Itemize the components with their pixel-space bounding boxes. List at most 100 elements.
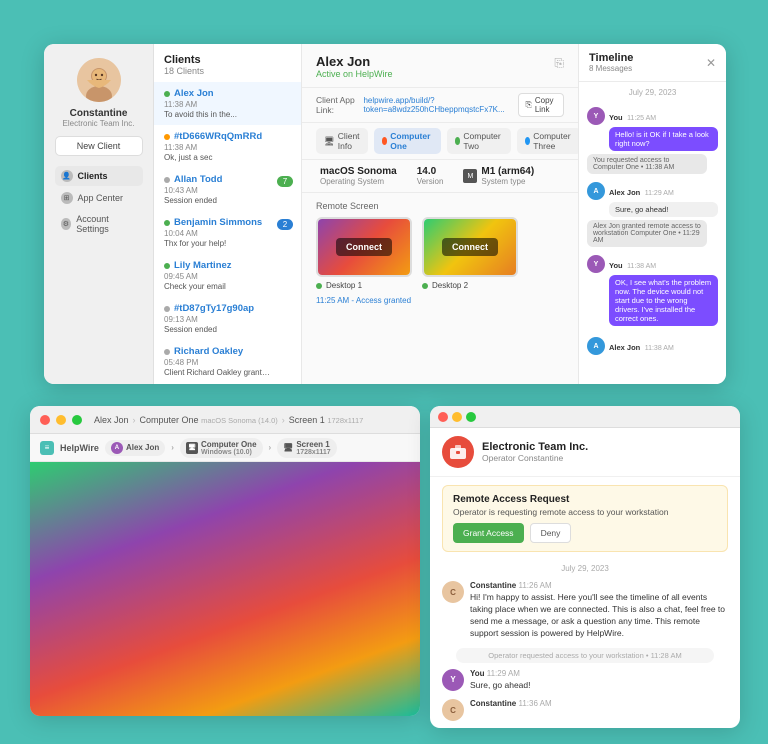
- msg-sender-alex2: Alex Jon: [609, 343, 640, 352]
- constantine-avatar: C: [442, 581, 464, 603]
- bottom-left-panel: Alex Jon › Computer One macOS Sonoma (14…: [30, 406, 420, 716]
- list-item[interactable]: Alex Campbell 05:33 PM System driver mis…: [154, 383, 301, 384]
- screen-thumb-1[interactable]: Connect Desktop 1: [316, 217, 412, 290]
- screen-chip-icon: 🖥: [283, 443, 293, 452]
- msg-body-1: Constantine 11:26 AM Hi! I'm happy to as…: [470, 581, 728, 640]
- list-item[interactable]: Alex Jon 11:38 AM To avoid this in the..…: [154, 82, 301, 125]
- chrome-minimize-dot[interactable]: [56, 415, 66, 425]
- msg-meta-1: Constantine 11:26 AM: [470, 581, 728, 590]
- timeline-msg-content-2: Alex Jon 11:29 AM Sure, go ahead!: [609, 182, 718, 217]
- date-separator: July 29, 2023: [430, 560, 740, 577]
- msg-text-1: Hi! I'm happy to assist. Here you'll see…: [470, 592, 728, 640]
- list-item[interactable]: Richard Oakley 05:48 PM Client Richard O…: [154, 340, 301, 383]
- client-name: Alex Jon: [164, 88, 291, 99]
- client-time: 11:38 AM: [164, 100, 291, 109]
- deny-button[interactable]: Deny: [530, 523, 572, 543]
- client-name: Lily Martinez: [164, 260, 291, 271]
- breadcrumb-computer: Computer One macOS Sonoma (14.0): [140, 415, 278, 425]
- timeline-msg-alex: A Alex Jon 11:29 AM Sure, go ahead!: [587, 182, 718, 217]
- company-info: Electronic Team Inc. Operator Constantin…: [482, 441, 588, 463]
- status-dot: [164, 220, 170, 226]
- copy-link-button[interactable]: ⎘ Copy Link: [518, 93, 564, 117]
- helpwire-logo: ≡: [40, 441, 54, 455]
- chrome-maximize-dot[interactable]: [72, 415, 82, 425]
- sidebar-item-account-settings[interactable]: ⚙ Account Settings: [55, 210, 143, 238]
- screen-thumb-2[interactable]: Connect Desktop 2: [422, 217, 518, 290]
- msg-sender-2: You: [470, 669, 485, 678]
- screen-dot-1: [316, 283, 322, 289]
- chrome-close-dot[interactable]: [40, 415, 50, 425]
- tab-client-info[interactable]: 🖥 Client Info: [316, 128, 368, 154]
- list-item[interactable]: Lily Martinez 09:45 AM Check your email: [154, 254, 301, 297]
- connect-overlay-1[interactable]: Connect: [336, 238, 392, 256]
- app-link-row: Client App Link: helpwire.app/build/?tok…: [302, 88, 578, 123]
- screen-view: [30, 462, 420, 716]
- client-time: 05:48 PM: [164, 358, 291, 367]
- tab-computer-two[interactable]: Computer Two: [447, 128, 511, 154]
- main-title: Alex Jon: [316, 54, 393, 69]
- arrow-icon: ›: [171, 443, 174, 452]
- bottom-right-panel: Electronic Team Inc. Operator Constantin…: [430, 406, 740, 728]
- tabs-row: 🖥 Client Info Computer One Computer Two …: [302, 123, 578, 160]
- client-name: #tD666WRqQmRRd: [164, 131, 291, 142]
- connect-overlay-2[interactable]: Connect: [442, 238, 498, 256]
- screen-thumb-container-2[interactable]: Connect: [422, 217, 518, 277]
- msg-sender-you2: You: [609, 261, 623, 270]
- system-event-2: Alex Jon granted remote access to workst…: [587, 220, 707, 247]
- user-chip[interactable]: A Alex Jon: [105, 440, 165, 456]
- msg-time-1: 11:26 AM: [518, 581, 551, 590]
- tab-computer-three[interactable]: Computer Three: [517, 128, 578, 154]
- computer-three-dot: [525, 137, 530, 145]
- you-avatar-br: Y: [442, 669, 464, 691]
- timeline-msg-content-4: Alex Jon 11:38 AM: [609, 337, 718, 355]
- list-item[interactable]: Benjamin Simmons 10:04 AM Thx for your h…: [154, 211, 301, 254]
- list-item[interactable]: Allan Todd 10:43 AM Session ended 7: [154, 168, 301, 211]
- chat-msg-2: Y You 11:29 AM Sure, go ahead!: [442, 669, 728, 692]
- sidebar-item-app-center[interactable]: ⊞ App Center: [55, 188, 143, 208]
- settings-icon: ⚙: [61, 218, 72, 230]
- timeline-date: July 29, 2023: [579, 82, 726, 103]
- status-dot: [164, 91, 170, 97]
- list-item[interactable]: #tD87gTy17g90ap 09:13 AM Session ended: [154, 297, 301, 340]
- status-dot: [164, 306, 170, 312]
- msg-sender: You: [609, 113, 623, 122]
- msg-time-3: 11:36 AM: [518, 699, 551, 708]
- screen-chip[interactable]: 🖥 Screen 1 1728x1117: [277, 438, 336, 458]
- app-link-label: Client App Link:: [316, 95, 357, 115]
- tab-computer-one[interactable]: Computer One: [374, 128, 441, 154]
- access-request-box: Remote Access Request Operator is reques…: [442, 485, 728, 552]
- sys-os: macOS Sonoma Operating System: [316, 166, 397, 186]
- grant-access-button[interactable]: Grant Access: [453, 523, 524, 543]
- client-name: Allan Todd: [164, 174, 291, 185]
- alex-avatar: A: [587, 182, 605, 200]
- screen-thumb-container-1[interactable]: Connect: [316, 217, 412, 277]
- screen-dot-2: [422, 283, 428, 289]
- client-badge: 7: [277, 176, 293, 187]
- br-close-dot[interactable]: [438, 412, 448, 422]
- timeline-msg-content: You 11:25 AM Hello! is it OK if I take a…: [609, 107, 718, 151]
- computer-two-dot: [455, 137, 461, 145]
- access-granted-msg: 11:25 AM - Access granted: [316, 296, 564, 305]
- client-header-info: Alex Jon Active on HelpWire: [316, 54, 393, 79]
- app-center-icon: ⊞: [61, 192, 73, 204]
- clients-count: 18 Clients: [164, 66, 291, 76]
- client-time: 11:38 AM: [164, 143, 291, 152]
- msg-time-alex2: 11:38 AM: [645, 345, 674, 352]
- br-minimize-dot[interactable]: [452, 412, 462, 422]
- computer-chip[interactable]: 🖥 Computer One Windows (10.0): [180, 438, 263, 458]
- clients-list: Clients 18 Clients Alex Jon 11:38 AM To …: [154, 44, 302, 384]
- new-client-button[interactable]: New Client: [55, 136, 143, 156]
- list-item[interactable]: #tD666WRqQmRRd 11:38 AM Ok, just a sec: [154, 125, 301, 168]
- copy-icon: ⎘: [554, 56, 564, 71]
- comp-sub: Windows (10.0): [201, 449, 257, 456]
- sidebar-username: Constantine: [70, 108, 128, 119]
- close-button[interactable]: ✕: [706, 56, 716, 70]
- msg-time-you2: 11:38 AM: [627, 263, 656, 270]
- company-logo: [442, 436, 474, 468]
- br-maximize-dot[interactable]: [466, 412, 476, 422]
- msg-bubble-alex: Sure, go ahead!: [609, 202, 718, 217]
- sidebar-item-clients[interactable]: 👤 Clients: [55, 166, 143, 186]
- app-link-url: helpwire.app/build/?token=a8wdz250hCHbep…: [363, 96, 512, 114]
- status-dot: [164, 263, 170, 269]
- screen-name-row-2: Desktop 2: [422, 281, 518, 290]
